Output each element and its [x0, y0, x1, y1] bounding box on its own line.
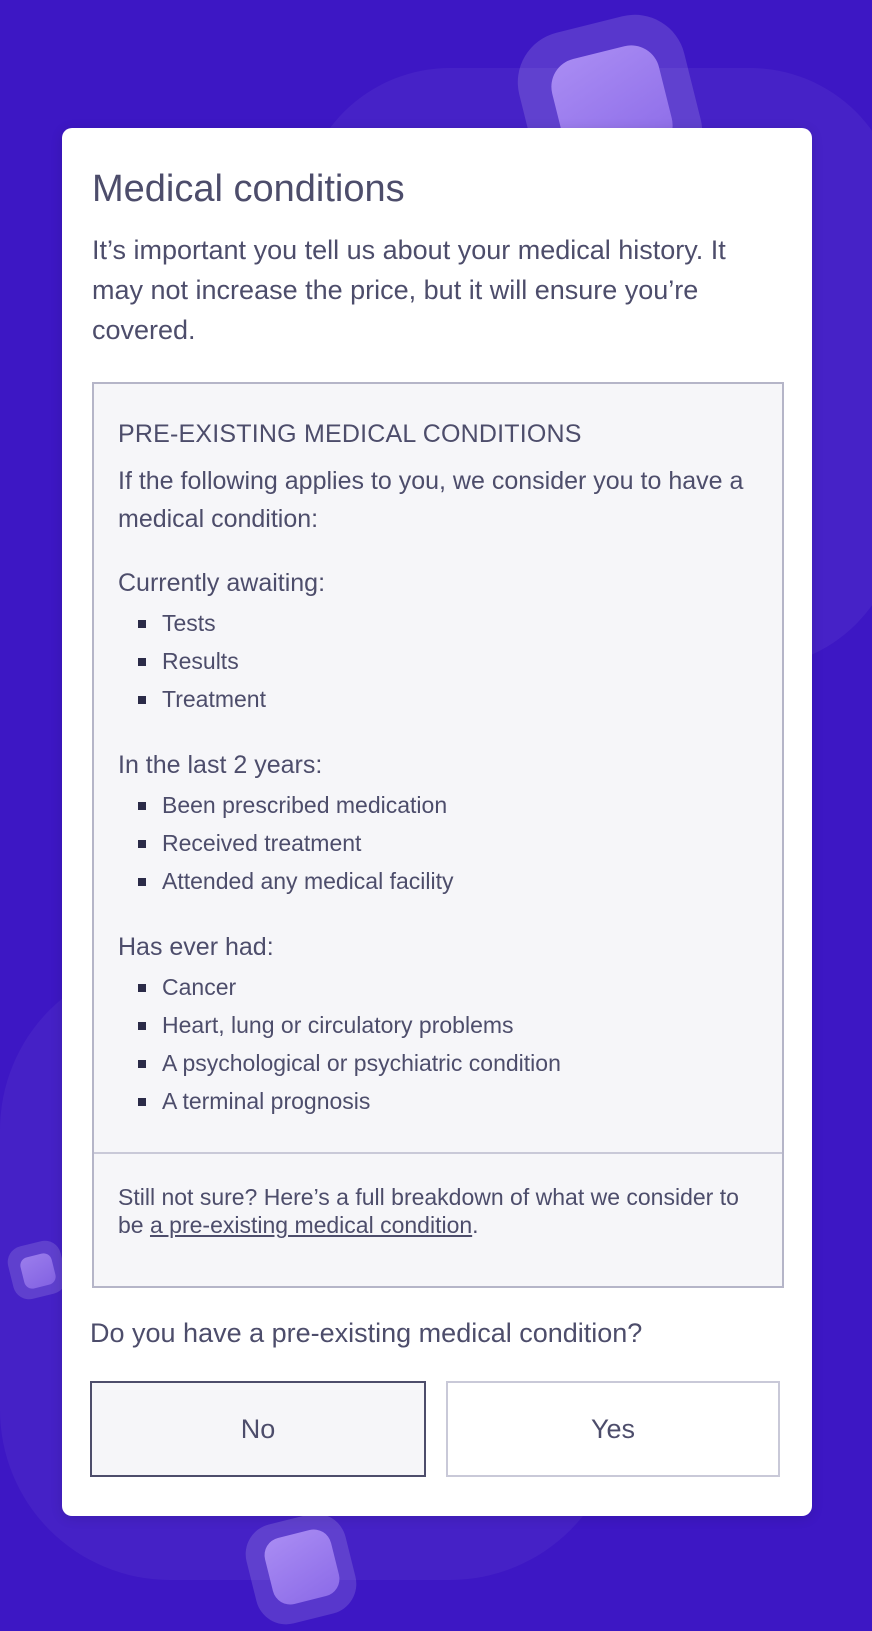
- bullet-icon: [138, 620, 146, 628]
- panel-divider: [94, 1152, 782, 1154]
- has-ever-had-list: Cancer Heart, lung or circulatory proble…: [118, 973, 561, 1125]
- bullet-icon: [138, 984, 146, 992]
- list-item: Cancer: [118, 973, 561, 1011]
- currently-awaiting-list: Tests Results Treatment: [118, 609, 266, 723]
- list-item-label: Heart, lung or circulatory problems: [162, 1012, 514, 1038]
- list-item-label: A terminal prognosis: [162, 1088, 371, 1114]
- no-button[interactable]: No: [90, 1381, 426, 1477]
- list-item: Results: [118, 647, 266, 685]
- list-item: Attended any medical facility: [118, 867, 454, 905]
- list-item: A terminal prognosis: [118, 1087, 561, 1125]
- bullet-icon: [138, 802, 146, 810]
- list-item-label: Cancer: [162, 974, 237, 1000]
- panel-lead-text: If the following applies to you, we cons…: [118, 467, 744, 533]
- list-item: Treatment: [118, 685, 266, 723]
- medical-conditions-card: Medical conditions It’s important you te…: [62, 128, 812, 1516]
- page-title: Medical conditions: [92, 168, 405, 210]
- bullet-icon: [138, 1022, 146, 1030]
- yes-button[interactable]: Yes: [446, 1381, 780, 1477]
- bullet-icon: [138, 1098, 146, 1106]
- list-item: Been prescribed medication: [118, 791, 454, 829]
- list-item: Received treatment: [118, 829, 454, 867]
- list-item: Tests: [118, 609, 266, 647]
- list-item-label: Received treatment: [162, 830, 362, 856]
- list-item-label: Treatment: [162, 686, 266, 712]
- list-item-label: Been prescribed medication: [162, 792, 448, 818]
- list-item-label: Tests: [162, 610, 216, 636]
- last-2-years-list: Been prescribed medication Received trea…: [118, 791, 454, 905]
- bullet-icon: [138, 1060, 146, 1068]
- list-item-label: Results: [162, 648, 239, 674]
- bullet-icon: [138, 878, 146, 886]
- bullet-icon: [138, 696, 146, 704]
- bullet-icon: [138, 658, 146, 666]
- pre-existing-conditions-panel: PRE-EXISTING MEDICAL CONDITIONS If the f…: [92, 382, 784, 1288]
- list-item: Heart, lung or circulatory problems: [118, 1011, 561, 1049]
- note-suffix: .: [472, 1212, 479, 1238]
- list-item-label: Attended any medical facility: [162, 868, 454, 894]
- bullet-icon: [138, 840, 146, 848]
- group-title-last-2-years: In the last 2 years:: [118, 751, 323, 779]
- breakdown-note: Still not sure? Here’s a full breakdown …: [118, 1183, 758, 1239]
- condition-question: Do you have a pre-existing medical condi…: [90, 1318, 643, 1348]
- pre-existing-condition-link[interactable]: a pre-existing medical condition: [150, 1212, 472, 1238]
- panel-heading: PRE-EXISTING MEDICAL CONDITIONS: [118, 420, 582, 448]
- intro-text: It’s important you tell us about your me…: [92, 235, 726, 345]
- group-title-currently-awaiting: Currently awaiting:: [118, 569, 326, 597]
- list-item: A psychological or psychiatric condition: [118, 1049, 561, 1087]
- group-title-has-ever-had: Has ever had:: [118, 933, 274, 961]
- list-item-label: A psychological or psychiatric condition: [162, 1050, 561, 1076]
